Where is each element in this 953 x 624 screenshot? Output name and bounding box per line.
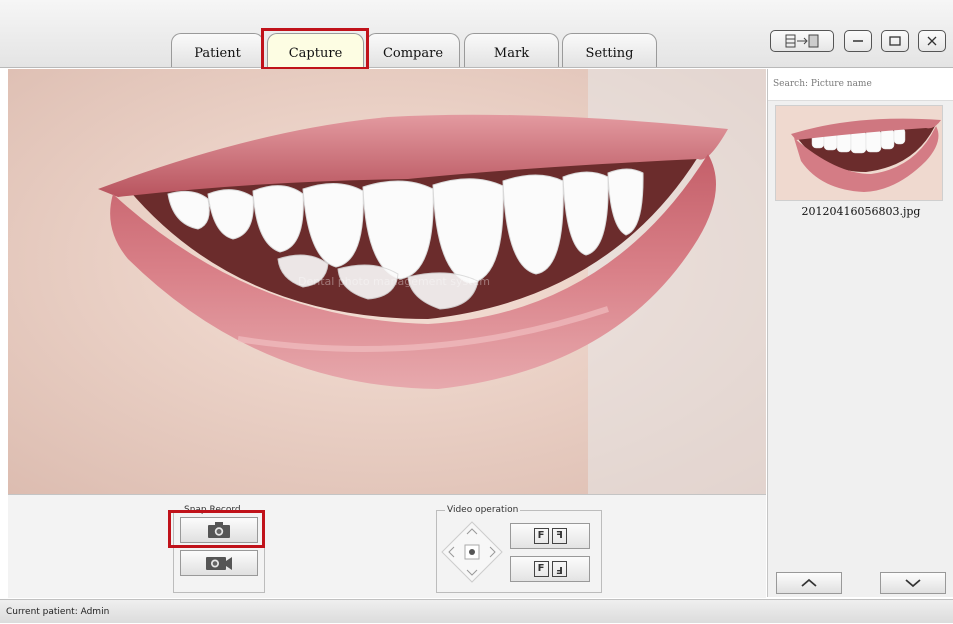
sidebar-toggle-icon: [785, 34, 819, 48]
minimize-icon: [853, 40, 863, 42]
flip-horizontal-icon: FF: [533, 528, 567, 544]
tab-capture[interactable]: Capture: [267, 33, 364, 67]
chevron-down-icon: [905, 579, 921, 588]
maximize-icon: [889, 36, 901, 46]
picture-sidebar: Search: Picture name 20120416056803.jpg: [767, 69, 953, 597]
capture-preview[interactable]: Dental photo management system: [8, 69, 766, 494]
snap-photo-button[interactable]: [180, 517, 258, 543]
bottom-control-panel: [8, 494, 766, 598]
thumbnail-image: [776, 106, 942, 200]
close-icon: [927, 36, 937, 46]
minimize-button[interactable]: [844, 30, 872, 52]
picture-search-input[interactable]: Search: Picture name: [768, 69, 953, 101]
top-bar: Patient Capture Compare Mark Setting: [0, 0, 953, 70]
snap-record-label: Snap Record: [182, 503, 243, 517]
status-bar: Current patient: Admin: [0, 599, 953, 623]
video-camera-icon: [206, 557, 232, 570]
close-button[interactable]: [918, 30, 946, 52]
thumbnail-filename: 20120416056803.jpg: [801, 205, 921, 218]
scroll-up-button[interactable]: [776, 572, 842, 594]
dpad-control[interactable]: [440, 520, 504, 584]
maximize-button[interactable]: [881, 30, 909, 52]
preview-watermark: Dental photo management system: [298, 275, 490, 288]
tab-setting[interactable]: Setting: [562, 33, 657, 67]
current-patient-text: Current patient: Admin: [6, 607, 110, 617]
tab-patient[interactable]: Patient: [171, 33, 264, 67]
chevron-up-icon: [801, 578, 817, 587]
tab-compare[interactable]: Compare: [366, 33, 460, 67]
sidebar-toggle-button[interactable]: [770, 30, 834, 52]
tab-mark[interactable]: Mark: [464, 33, 559, 67]
flip-vertical-icon: FF: [533, 561, 567, 577]
record-video-button[interactable]: [180, 550, 258, 576]
scroll-down-button[interactable]: [880, 572, 946, 594]
flip-horizontal-button[interactable]: FF: [510, 523, 590, 549]
video-operation-label: Video operation: [445, 503, 521, 517]
dpad-icon: [441, 521, 503, 583]
picture-thumbnail[interactable]: [775, 105, 943, 201]
camera-icon: [208, 522, 230, 538]
flip-vertical-button[interactable]: FF: [510, 556, 590, 582]
